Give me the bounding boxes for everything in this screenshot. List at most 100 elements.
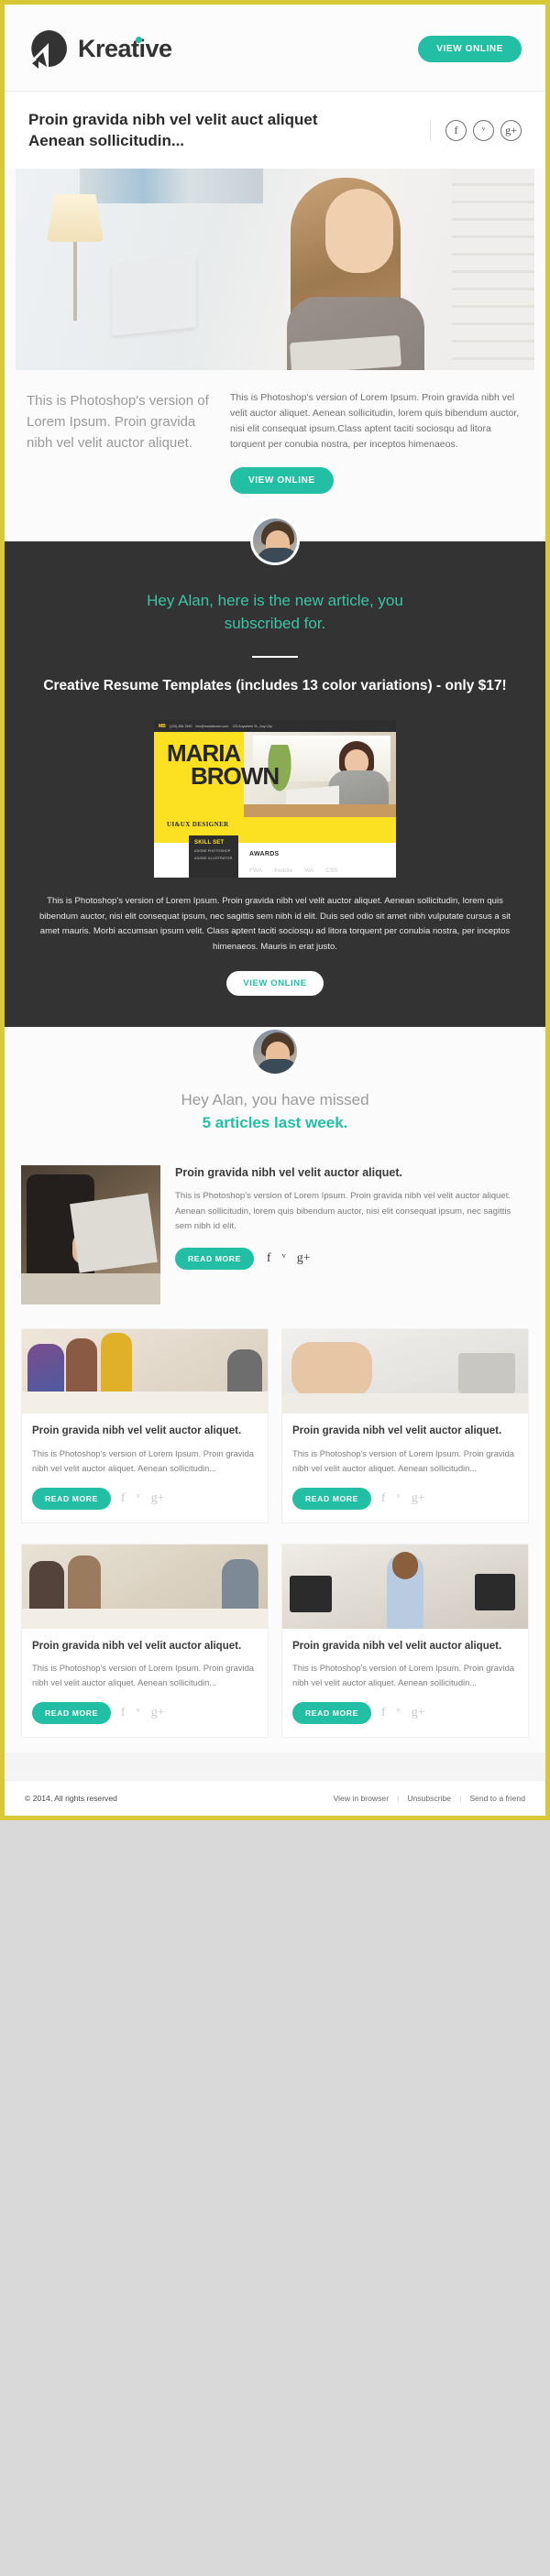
featured-article-actions: READ MORE f ᵛ g+	[175, 1247, 529, 1270]
twitter-icon[interactable]: ᵛ	[282, 1251, 286, 1266]
twitter-icon[interactable]: ᵛ	[137, 1491, 140, 1506]
intro-lead-text: This is Photoshop's version of Lorem Ips…	[27, 392, 209, 452]
resume-award-logos: FWA freddie WA CSS	[249, 868, 338, 874]
facebook-icon[interactable]: f	[121, 1491, 126, 1506]
resume-skill-item: ADOBE ILLUSTRATOR	[194, 857, 233, 861]
article-card-excerpt: This is Photoshop's version of Lorem Ips…	[32, 1663, 255, 1688]
resume-skillset-title: SKILL SET	[194, 840, 225, 846]
featured-article-excerpt: This is Photoshop's version of Lorem Ips…	[175, 1191, 512, 1232]
page-title: Proin gravida nibh vel velit auct alique…	[28, 111, 318, 149]
view-online-button-header[interactable]: VIEW ONLINE	[418, 35, 522, 62]
read-more-button[interactable]: READ MORE	[32, 1487, 111, 1510]
article-card-title: Proin gravida nibh vel velit auctor aliq…	[32, 1640, 242, 1652]
article-grid-row: Proin gravida nibh vel velit auctor aliq…	[5, 1323, 545, 1538]
googleplus-icon[interactable]: g+	[412, 1706, 425, 1720]
social-links-card: f ᵛ g+	[381, 1706, 425, 1720]
headline-bar: Proin gravida nibh vel velit auct alique…	[5, 92, 545, 169]
article-card: Proin gravida nibh vel velit auctor aliq…	[281, 1328, 529, 1523]
intro-section: This is Photoshop's version of Lorem Ips…	[5, 369, 545, 516]
intro-body-text: This is Photoshop's version of Lorem Ips…	[230, 391, 520, 450]
missed-line-1: Hey Alan, you have missed	[181, 1091, 369, 1109]
footer-spacer	[5, 1752, 545, 1781]
resume-email: info@mariabrown.com	[195, 724, 229, 728]
googleplus-icon[interactable]: g+	[297, 1251, 311, 1266]
email-newsletter: Kreative VIEW ONLINE Proin gravida nibh …	[0, 0, 550, 1821]
read-more-button[interactable]: READ MORE	[32, 1702, 111, 1725]
twitter-icon[interactable]: ᵛ	[397, 1491, 401, 1506]
hero-image	[16, 168, 534, 370]
twitter-icon[interactable]: ᵛ	[397, 1706, 401, 1720]
read-more-button[interactable]: READ MORE	[292, 1487, 371, 1510]
brand-name: Kreative	[78, 35, 172, 63]
resume-awards-title: AWARDS	[249, 851, 280, 858]
view-online-button-intro[interactable]: VIEW ONLINE	[230, 466, 334, 494]
facebook-icon[interactable]: f	[121, 1706, 126, 1720]
resume-name: MARIA BROWN	[167, 741, 280, 790]
copyright-text: © 2014, All rights reserved	[25, 1794, 117, 1804]
send-to-friend-link[interactable]: Send to a friend	[469, 1794, 525, 1803]
social-links-card: f ᵛ g+	[121, 1706, 165, 1720]
avatar-band	[5, 515, 545, 565]
resume-phone: (123) 456-7890	[169, 724, 192, 728]
unsubscribe-link[interactable]: Unsubscribe	[407, 1794, 451, 1803]
promo-product-title: Creative Resume Templates (includes 13 c…	[43, 677, 507, 693]
email-header: Kreative VIEW ONLINE	[5, 5, 545, 92]
featured-article-body: Proin gravida nibh vel velit auctor aliq…	[175, 1165, 529, 1270]
award-logo-wa: WA	[304, 868, 314, 875]
featured-article: Proin gravida nibh vel velit auctor aliq…	[5, 1156, 545, 1324]
divider: |	[459, 1794, 462, 1804]
intro-body-column: This is Photoshop's version of Lorem Ips…	[230, 390, 523, 494]
email-footer: © 2014, All rights reserved View in brow…	[5, 1780, 545, 1817]
read-more-button[interactable]: READ MORE	[292, 1702, 371, 1725]
resume-template-preview[interactable]: MB (123) 456-7890 info@mariabrown.com 12…	[154, 720, 396, 879]
facebook-icon[interactable]: f	[446, 120, 467, 142]
hero-image-wrap	[5, 168, 545, 370]
article-card-image[interactable]	[282, 1329, 528, 1414]
article-card-title: Proin gravida nibh vel velit auctor aliq…	[32, 1425, 242, 1437]
featured-article-image[interactable]	[21, 1165, 160, 1305]
article-grid-row: Proin gravida nibh vel velit auctor aliq…	[5, 1537, 545, 1753]
twitter-icon[interactable]: ᵛ	[137, 1706, 140, 1720]
view-online-button-promo[interactable]: VIEW ONLINE	[226, 971, 324, 997]
award-logo-css: CSS	[325, 868, 338, 875]
article-card-image[interactable]	[282, 1544, 528, 1629]
brand-logo[interactable]: Kreative	[28, 28, 172, 69]
article-card: Proin gravida nibh vel velit auctor aliq…	[21, 1543, 269, 1739]
resume-topbar: MB (123) 456-7890 info@mariabrown.com 12…	[154, 720, 396, 733]
googleplus-icon[interactable]: g+	[500, 120, 522, 142]
promo-greeting: Hey Alan, here is the new article, you s…	[147, 591, 403, 633]
social-links-header: f ᵛ g+	[430, 120, 522, 142]
googleplus-icon[interactable]: g+	[151, 1706, 165, 1720]
promo-body-text: This is Photoshop's version of Lorem Ips…	[38, 896, 512, 952]
resume-address: 123 Anywhere St., Any City	[232, 724, 272, 728]
resume-role: UI&UX DESIGNER	[167, 821, 229, 829]
article-card-image[interactable]	[22, 1329, 268, 1414]
missed-line-2: 5 articles last week.	[202, 1114, 348, 1132]
resume-logo: MB	[159, 723, 166, 729]
kreative-logo-icon	[28, 28, 69, 69]
resume-last-name: BROWN	[191, 761, 280, 790]
read-more-button[interactable]: READ MORE	[175, 1247, 254, 1270]
article-card-excerpt: This is Photoshop's version of Lorem Ips…	[292, 1447, 515, 1473]
social-links-card: f ᵛ g+	[121, 1491, 165, 1506]
divider	[252, 655, 298, 658]
googleplus-icon[interactable]: g+	[412, 1491, 425, 1506]
divider: |	[397, 1794, 400, 1804]
twitter-icon[interactable]: ᵛ	[473, 120, 494, 142]
featured-article-title: Proin gravida nibh vel velit auctor aliq…	[175, 1166, 402, 1180]
article-card-image[interactable]	[22, 1544, 268, 1629]
facebook-icon[interactable]: f	[267, 1251, 271, 1266]
avatar	[250, 515, 300, 565]
googleplus-icon[interactable]: g+	[151, 1491, 165, 1506]
avatar	[250, 1027, 300, 1077]
resume-skillset: SKILL SET ADOBE PHOTOSHOP ADOBE ILLUSTRA…	[189, 835, 238, 879]
view-in-browser-link[interactable]: View in browser	[334, 1794, 390, 1803]
award-logo-freddie: freddie	[274, 868, 293, 875]
brand-accent-dot-icon	[136, 36, 142, 43]
facebook-icon[interactable]: f	[381, 1706, 386, 1720]
social-links-featured: f ᵛ g+	[267, 1251, 311, 1266]
article-card-excerpt: This is Photoshop's version of Lorem Ips…	[32, 1447, 255, 1473]
brand-name-text: Kreative	[78, 34, 172, 62]
facebook-icon[interactable]: f	[381, 1491, 386, 1506]
article-card: Proin gravida nibh vel velit auctor aliq…	[281, 1543, 529, 1739]
